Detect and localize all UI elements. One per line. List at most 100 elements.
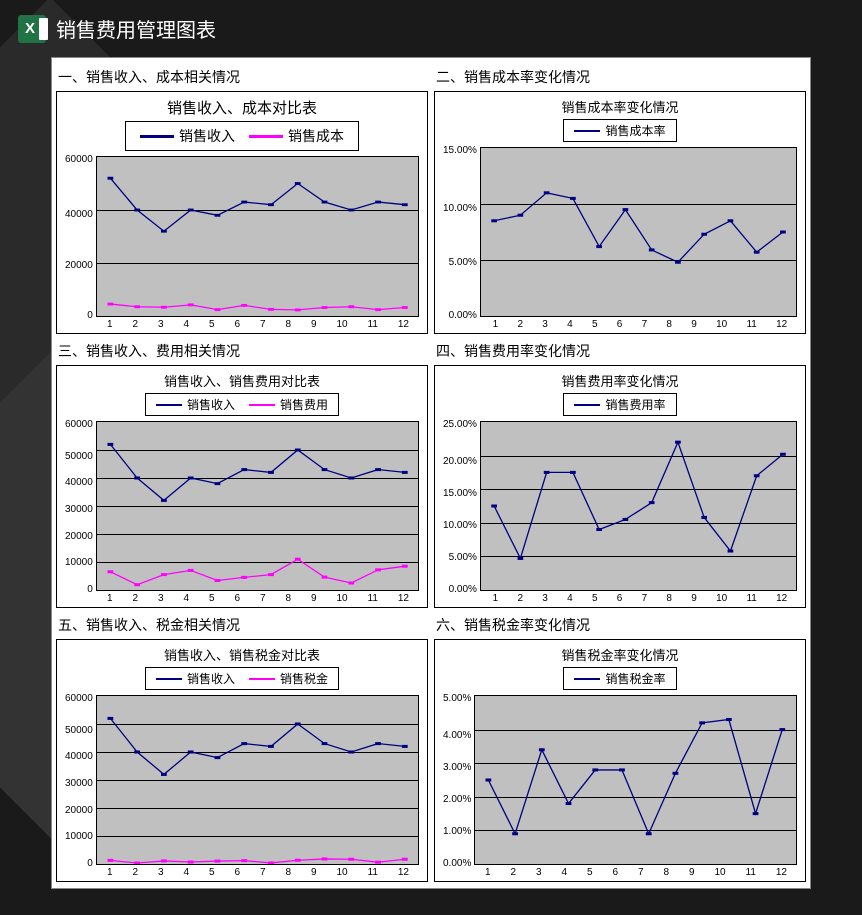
data-marker — [134, 305, 140, 308]
x-tick-label: 8 — [666, 593, 672, 604]
x-tick-label: 10 — [714, 867, 725, 878]
data-marker — [649, 501, 655, 504]
data-marker — [517, 557, 523, 560]
x-tick-label: 1 — [493, 593, 499, 604]
x-tick-label: 12 — [398, 867, 409, 878]
plot-area: 6000050000400003000020000100000 — [65, 421, 419, 591]
data-marker — [134, 583, 140, 586]
y-tick-label: 30000 — [65, 779, 93, 789]
x-tick-label: 3 — [158, 319, 164, 330]
x-tick-label: 6 — [612, 867, 618, 878]
data-marker — [596, 528, 602, 531]
y-tick-label: 0 — [65, 859, 93, 869]
data-marker — [321, 306, 327, 309]
x-tick-label: 4 — [183, 593, 189, 604]
legend-swatch — [249, 404, 275, 406]
data-marker — [491, 219, 497, 222]
data-marker — [701, 233, 707, 236]
y-tick-label: 10000 — [65, 558, 93, 568]
x-tick-label: 8 — [285, 319, 291, 330]
chart-cell-2: 二、销售成本率变化情况销售成本率变化情况销售成本率15.00%10.00%5.0… — [434, 64, 806, 334]
data-marker — [675, 441, 681, 444]
data-marker — [214, 579, 220, 582]
section-heading: 六、销售税金率变化情况 — [434, 612, 806, 639]
data-marker — [486, 778, 492, 781]
x-tick-label: 3 — [158, 593, 164, 604]
data-marker — [513, 832, 519, 835]
data-marker — [570, 197, 576, 200]
data-marker — [754, 474, 760, 477]
y-tick-label: 20000 — [65, 532, 93, 542]
data-marker — [188, 750, 194, 753]
series-svg — [97, 422, 418, 590]
chart-title: 销售收入、销售税金对比表 — [65, 645, 419, 664]
data-marker — [188, 209, 194, 212]
data-marker — [402, 306, 408, 309]
data-marker — [622, 208, 628, 211]
data-marker — [188, 861, 194, 864]
data-marker — [402, 745, 408, 748]
x-tick-label: 10 — [336, 867, 347, 878]
x-tick-label: 7 — [642, 593, 648, 604]
x-ticks: 123456789101112 — [97, 865, 419, 878]
data-marker — [348, 305, 354, 308]
data-marker — [375, 468, 381, 471]
y-axis: 25.00%20.00%15.00%10.00%5.00%0.00% — [443, 421, 480, 591]
x-tick-label: 2 — [517, 593, 523, 604]
data-marker — [753, 812, 759, 815]
data-marker — [161, 859, 167, 862]
data-marker — [107, 303, 113, 306]
x-axis: 123456789101112 — [65, 317, 419, 330]
x-tick-label: 8 — [663, 867, 669, 878]
chart-title: 销售成本率变化情况 — [443, 97, 797, 116]
x-tick-label: 5 — [209, 319, 215, 330]
y-tick-label: 5.00% — [443, 694, 471, 704]
legend-swatch — [574, 404, 600, 406]
data-marker — [780, 728, 786, 731]
x-tick-label: 10 — [336, 319, 347, 330]
x-tick-label: 5 — [587, 867, 593, 878]
data-marker — [295, 558, 301, 561]
series-line — [110, 304, 404, 310]
data-marker — [539, 748, 545, 751]
series-line — [110, 178, 404, 231]
data-marker — [107, 717, 113, 720]
y-tick-label: 40000 — [65, 752, 93, 762]
y-tick-label: 60000 — [65, 155, 93, 165]
x-tick-label: 3 — [536, 867, 542, 878]
x-tick-label: 5 — [592, 319, 598, 330]
chart-title: 销售收入、销售费用对比表 — [65, 371, 419, 390]
y-tick-label: 60000 — [65, 694, 93, 704]
legend-label: 销售收入 — [179, 126, 235, 146]
data-marker — [321, 201, 327, 204]
y-tick-label: 30000 — [65, 505, 93, 515]
x-tick-label: 11 — [368, 593, 378, 604]
data-marker — [726, 718, 732, 721]
x-tick-label: 7 — [638, 867, 644, 878]
x-tick-label: 7 — [260, 319, 266, 330]
x-tick-label: 11 — [746, 867, 756, 878]
x-axis: 123456789101112 — [65, 591, 419, 604]
series-svg — [475, 696, 796, 864]
data-marker — [596, 245, 602, 248]
plot-area: 6000040000200000 — [65, 156, 419, 317]
y-axis: 6000050000400003000020000100000 — [65, 695, 96, 865]
legend-label: 销售税金率 — [605, 670, 665, 687]
y-tick-label: 0.00% — [443, 585, 477, 595]
data-marker — [241, 576, 247, 579]
x-tick-label: 6 — [617, 319, 623, 330]
x-tick-label: 2 — [517, 319, 523, 330]
x-tick-label: 12 — [398, 593, 409, 604]
data-marker — [268, 471, 274, 474]
data-marker — [619, 768, 625, 771]
legend-item: 销售税金 — [249, 670, 328, 687]
data-marker — [214, 860, 220, 863]
chart-title: 销售收入、成本对比表 — [65, 97, 419, 118]
data-marker — [517, 214, 523, 217]
x-tick-label: 4 — [183, 867, 189, 878]
y-tick-label: 60000 — [65, 420, 93, 430]
data-marker — [321, 742, 327, 745]
y-tick-label: 50000 — [65, 452, 93, 462]
data-marker — [107, 570, 113, 573]
x-tick-label: 3 — [158, 867, 164, 878]
